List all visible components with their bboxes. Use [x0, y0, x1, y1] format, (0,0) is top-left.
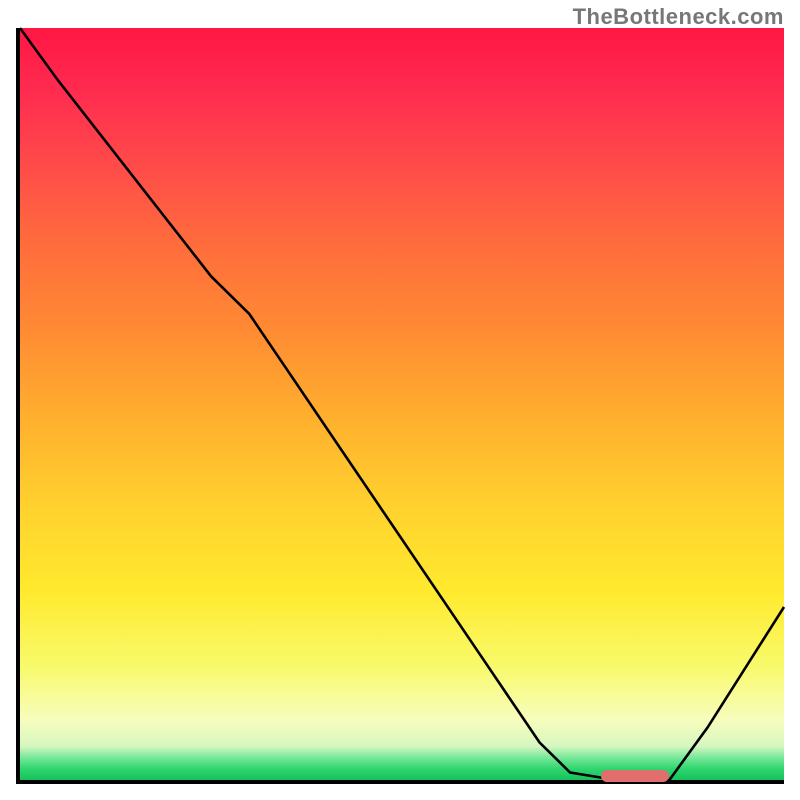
plot-area — [16, 28, 784, 784]
bottleneck-curve — [20, 28, 784, 780]
optimal-range-marker — [601, 770, 670, 782]
chart-canvas: TheBottleneck.com — [0, 0, 800, 800]
curve-layer — [20, 28, 784, 780]
watermark-label: TheBottleneck.com — [573, 4, 784, 30]
